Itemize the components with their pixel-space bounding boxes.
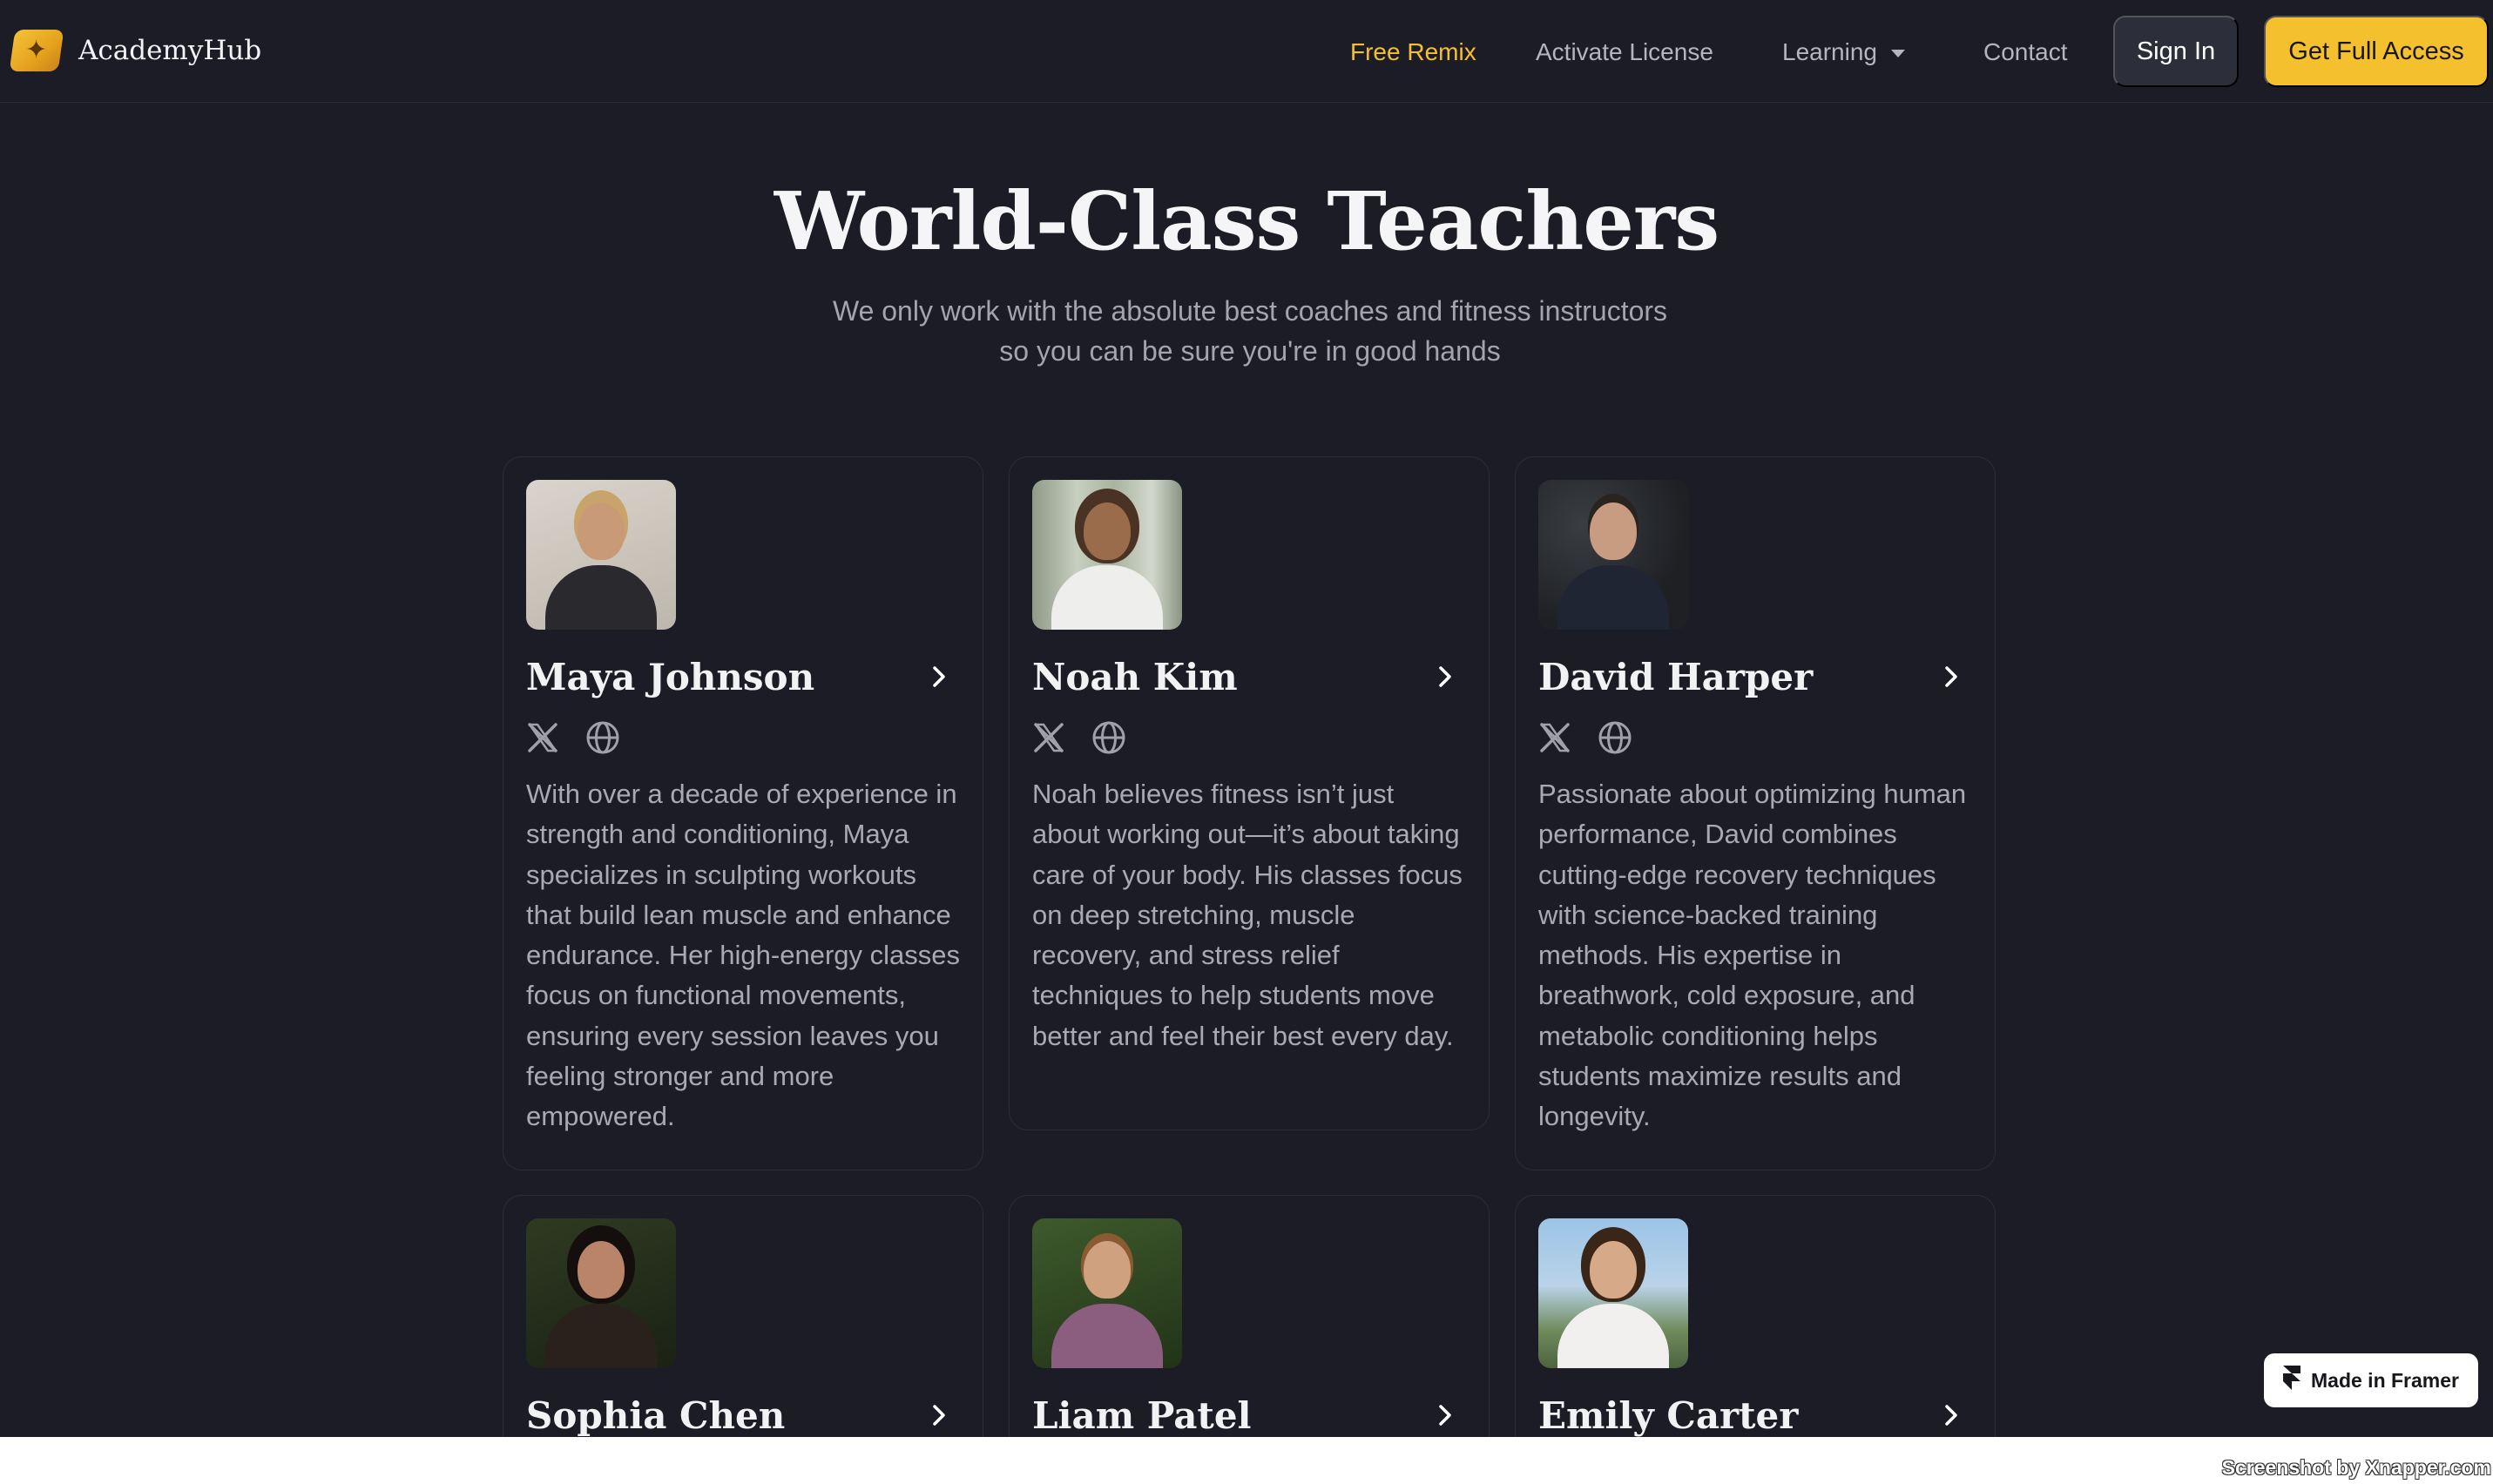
top-navigation: ✦ AcademyHub Free Remix Activate License… [0, 3, 2493, 103]
brand-link[interactable]: ✦ AcademyHub [9, 30, 262, 71]
teacher-bio: Passionate about optimizing human perfor… [1538, 779, 1967, 1132]
x-icon[interactable] [1032, 721, 1065, 754]
subtitle-line-2: so you can be sure you're in good hands [999, 335, 1501, 367]
teacher-name: David Harper [1538, 655, 1814, 698]
framer-logo-icon [2283, 1366, 2300, 1395]
chevron-right-icon[interactable] [913, 651, 965, 703]
chevron-right-icon[interactable] [1419, 651, 1471, 703]
x-icon[interactable] [526, 721, 559, 754]
globe-icon[interactable] [585, 720, 620, 755]
brand-logo-icon: ✦ [9, 30, 64, 71]
teacher-card[interactable]: David Harper Passionate about optimizing… [1515, 456, 1996, 1170]
chevron-right-icon[interactable] [1925, 1389, 1977, 1437]
teacher-name: Liam Patel [1032, 1393, 1252, 1437]
teacher-name: Emily Carter [1538, 1393, 1799, 1437]
teacher-photo [526, 480, 676, 630]
teacher-card[interactable]: Emily Carter [1515, 1195, 1996, 1437]
sign-in-button[interactable]: Sign In [2113, 16, 2239, 87]
nav-free-remix[interactable]: Free Remix [1350, 38, 1476, 66]
page-subtitle: We only work with the absolute best coac… [767, 291, 1733, 371]
teacher-name: Noah Kim [1032, 655, 1238, 698]
caret-down-icon [1890, 49, 1905, 57]
nav-contact[interactable]: Contact [1983, 38, 2068, 66]
page-title: World-Class Teachers [774, 174, 1719, 268]
teacher-bio: Noah believes fitness isn’t just about w… [1032, 779, 1463, 1051]
teacher-card[interactable]: Liam Patel [1009, 1195, 1490, 1437]
nav-learning-label: Learning [1782, 38, 1877, 65]
framer-badge-label: Made in Framer [2311, 1368, 2459, 1392]
get-full-access-button[interactable]: Get Full Access [2264, 16, 2489, 87]
screenshot-watermark: Screenshot by Xnapper.com [2221, 1456, 2491, 1479]
teacher-card[interactable]: Noah Kim Noah believes fitness isn’t jus… [1009, 456, 1490, 1130]
teacher-photo [1538, 480, 1688, 630]
chevron-right-icon[interactable] [913, 1389, 965, 1437]
globe-icon[interactable] [1091, 720, 1126, 755]
teacher-card[interactable]: Sophia Chen [503, 1195, 983, 1437]
globe-icon[interactable] [1598, 720, 1632, 755]
teacher-card[interactable]: Maya Johnson With over a decade of exper… [503, 456, 983, 1170]
x-icon[interactable] [1538, 721, 1571, 754]
teacher-photo [1538, 1218, 1688, 1368]
subtitle-line-1: We only work with the absolute best coac… [832, 295, 1668, 327]
teacher-photo [1032, 480, 1182, 630]
teacher-photo [526, 1218, 676, 1368]
nav-learning-dropdown[interactable]: Learning [1782, 38, 1905, 66]
brand-name: AcademyHub [78, 35, 262, 66]
page-viewport: ✦ AcademyHub Free Remix Activate License… [0, 0, 2493, 1437]
nav-activate-license[interactable]: Activate License [1536, 38, 1713, 66]
made-in-framer-badge[interactable]: Made in Framer [2264, 1353, 2478, 1407]
chevron-right-icon[interactable] [1925, 651, 1977, 703]
teacher-photo [1032, 1218, 1182, 1368]
chevron-right-icon[interactable] [1419, 1389, 1471, 1437]
teacher-name: Sophia Chen [526, 1393, 786, 1437]
teacher-bio: With over a decade of experience in stre… [526, 779, 960, 1132]
teacher-name: Maya Johnson [526, 655, 815, 698]
